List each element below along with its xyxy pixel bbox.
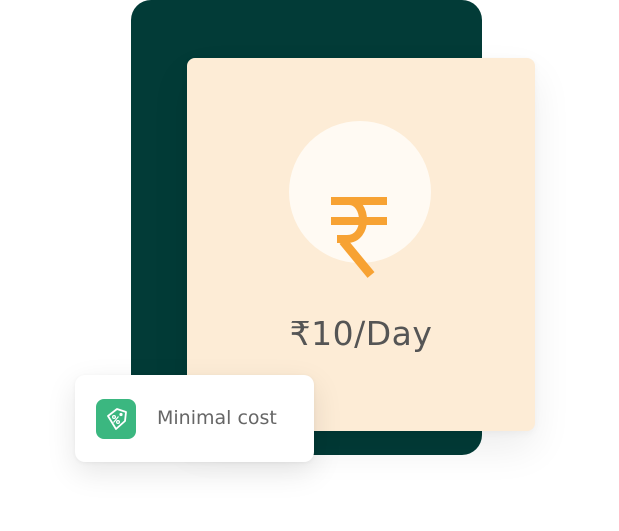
discount-tag-icon (96, 399, 136, 439)
price-per-day: ₹10/Day (289, 314, 433, 353)
rupee-circle (289, 121, 431, 278)
badge-label: Minimal cost (157, 407, 277, 429)
rupee-icon (331, 197, 387, 278)
minimal-cost-badge: Minimal cost (75, 375, 314, 462)
